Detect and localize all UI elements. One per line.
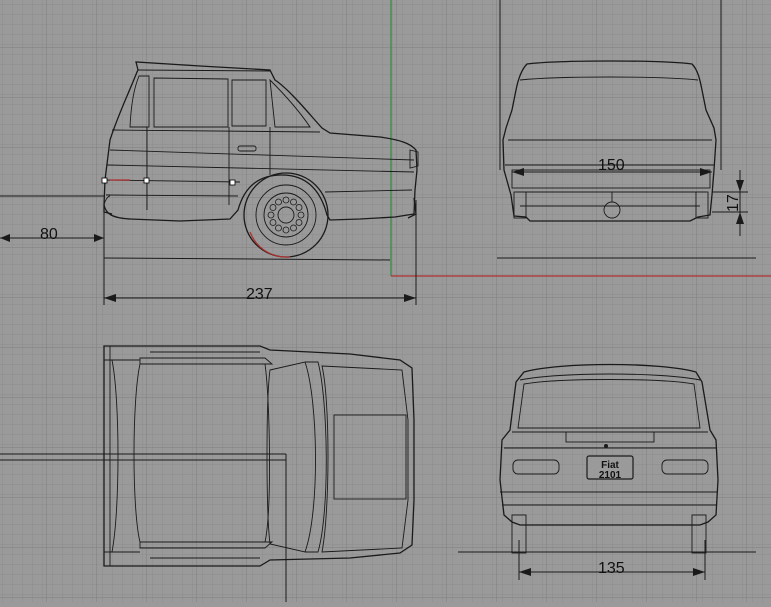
dimension-rear-overhang-label: 80 <box>40 226 58 243</box>
cad-viewport[interactable]: 80 237 150 17 Fiat 2101 135 <box>0 0 771 602</box>
drawing-canvas[interactable]: 80 237 150 17 Fiat 2101 135 <box>0 0 771 602</box>
dimension-track-rear-label: 135 <box>598 560 625 577</box>
rear-trunk-lock <box>604 444 608 448</box>
license-plate: Fiat 2101 <box>586 455 634 481</box>
dimension-length-label: 237 <box>246 286 273 303</box>
license-plate-line2: 2101 <box>599 470 622 481</box>
dimension-track-front-label: 150 <box>598 157 625 174</box>
dimension-clearance-label: 17 <box>725 194 742 212</box>
